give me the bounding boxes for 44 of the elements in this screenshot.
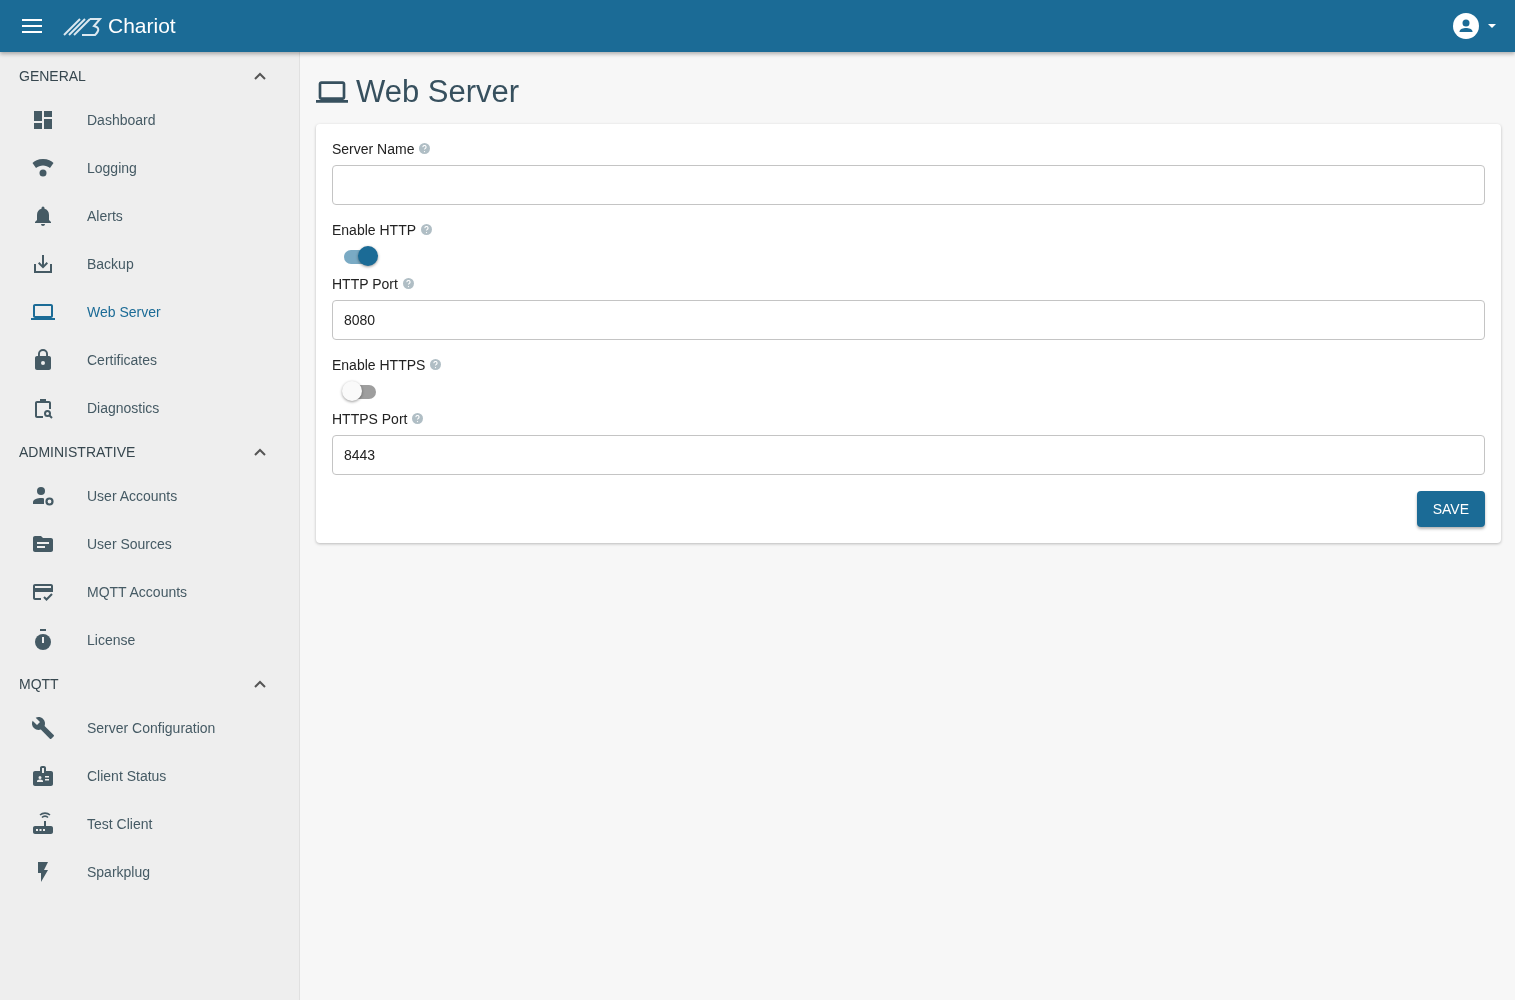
sidebar-item[interactable]: Diagnostics: [0, 384, 299, 432]
app-title: Chariot: [108, 14, 176, 38]
sidebar-item[interactable]: Dashboard: [0, 96, 299, 144]
chevron-up-icon[interactable]: [253, 679, 267, 689]
field-label: Enable HTTP: [332, 221, 417, 238]
logo-icon: [62, 15, 104, 37]
sidebar-item[interactable]: User Accounts: [0, 472, 299, 520]
field-label: Server Name: [332, 140, 415, 157]
field-label: HTTP Port: [332, 275, 398, 292]
sidebar-item[interactable]: Web Server: [0, 288, 299, 336]
sidebar-item[interactable]: User Sources: [0, 520, 299, 568]
sidebar-item[interactable]: MQTT Accounts: [0, 568, 299, 616]
id-badge-icon: [31, 764, 55, 788]
text-field[interactable]: 8443: [332, 435, 1485, 475]
sidebar-item[interactable]: License: [0, 616, 299, 664]
sidebar-item[interactable]: Backup: [0, 240, 299, 288]
toggle-switch[interactable]: [342, 246, 378, 268]
router-icon: [31, 812, 55, 836]
sidebar-item[interactable]: Alerts: [0, 192, 299, 240]
section-header: MQTT: [19, 676, 59, 692]
field-label: HTTPS Port: [332, 410, 408, 427]
save-button[interactable]: SAVE: [1416, 491, 1485, 527]
caret-icon[interactable]: [1487, 23, 1497, 29]
download-icon: [31, 252, 55, 276]
toggle-switch[interactable]: [342, 381, 378, 403]
field-label: Enable HTTPS: [332, 356, 426, 373]
account-icon[interactable]: [1453, 13, 1479, 39]
wrench-icon: [31, 716, 55, 740]
sidebar-item[interactable]: Certificates: [0, 336, 299, 384]
section-header: GENERAL: [19, 68, 86, 84]
menu-icon[interactable]: [22, 18, 42, 34]
sidebar-item[interactable]: Client Status: [0, 752, 299, 800]
user-gear-icon: [31, 484, 55, 508]
text-field[interactable]: [332, 165, 1485, 205]
text-field[interactable]: 8080: [332, 300, 1485, 340]
chevron-up-icon[interactable]: [253, 447, 267, 457]
page-title: Web Server: [356, 74, 520, 110]
sidebar-item[interactable]: Server Configuration: [0, 704, 299, 752]
chevron-up-icon[interactable]: [253, 71, 267, 81]
sidebar-item[interactable]: Test Client: [0, 800, 299, 848]
section-header: ADMINISTRATIVE: [19, 444, 136, 460]
sidebar-item[interactable]: Logging: [0, 144, 299, 192]
sidebar-item[interactable]: Sparkplug: [0, 848, 299, 896]
dashboard-icon: [31, 108, 55, 132]
